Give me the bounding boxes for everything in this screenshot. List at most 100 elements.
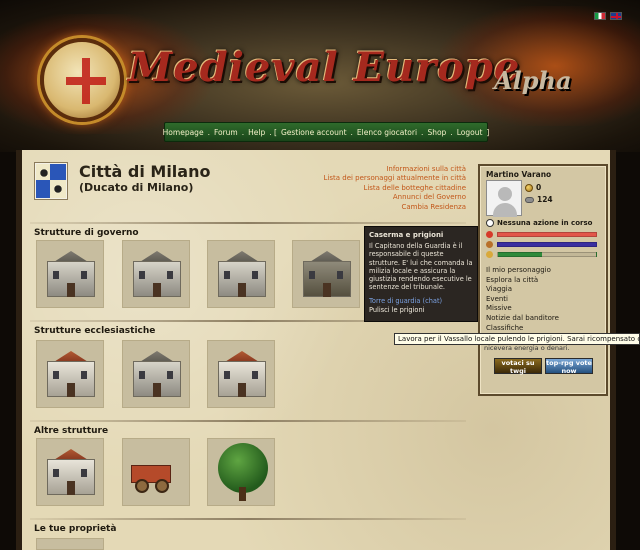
food-bar-row: [486, 251, 597, 258]
building-palace[interactable]: [36, 240, 104, 308]
food-icon: [486, 251, 493, 258]
tooltip-title: Caserma e prigioni: [369, 231, 444, 239]
crest-eagle-icon: [50, 180, 66, 198]
section-title-properties: Le tue proprietà: [34, 524, 117, 534]
city-link-announcements[interactable]: Annunci del Governo: [324, 193, 466, 202]
window: [53, 271, 59, 279]
building-property[interactable]: [36, 538, 104, 550]
menu-rankings[interactable]: Classifiche: [486, 324, 559, 334]
coins-stat: 0: [525, 183, 541, 192]
menu-news[interactable]: Notizie dal banditore: [486, 314, 559, 324]
menu-travel[interactable]: Viaggia: [486, 285, 559, 295]
window: [139, 371, 145, 379]
window: [53, 371, 59, 379]
window: [81, 469, 87, 477]
tree-icon: [218, 443, 268, 493]
player-menu: Il mio personaggio Esplora la città Viag…: [486, 266, 559, 333]
main-nav: Homepage . Forum . Help . [ Gestione acc…: [163, 122, 490, 142]
city-title: Città di Milano: [79, 162, 211, 181]
city-duchy: (Ducato di Milano): [79, 181, 194, 194]
building-forest[interactable]: [207, 438, 275, 506]
tooltip-chat-link[interactable]: Torre di guardia (chat): [369, 297, 473, 305]
window: [53, 469, 59, 477]
tooltip-body: Il Capitano della Guardia è il responsab…: [369, 242, 473, 292]
nav-separator: .: [207, 127, 210, 137]
english-flag-icon[interactable]: [610, 12, 622, 20]
window: [139, 271, 145, 279]
window: [252, 271, 258, 279]
hint-continuation: nicevera energia o denari.: [484, 344, 570, 352]
window: [224, 271, 230, 279]
nav-logout[interactable]: Logout: [457, 128, 483, 137]
building-tooltip: Caserma e prigioni Il Capitano della Gua…: [364, 226, 478, 322]
city-crest-icon: [34, 162, 68, 200]
section-divider: [30, 222, 466, 224]
door: [67, 283, 75, 297]
door: [323, 283, 331, 297]
window: [309, 271, 315, 279]
wheel-icon: [135, 479, 149, 493]
nav-shop[interactable]: Shop: [427, 128, 446, 137]
coins-value: 0: [536, 183, 542, 192]
energy-bar: [497, 242, 597, 247]
door: [153, 383, 161, 397]
items-value: 124: [537, 195, 553, 204]
city-link-shops[interactable]: Lista delle botteghe cittadine: [324, 184, 466, 193]
vote-top-rpg-button[interactable]: top-rpg vote now: [545, 358, 593, 375]
building-monastery[interactable]: [122, 340, 190, 408]
window: [167, 371, 173, 379]
health-bar: [497, 232, 597, 237]
section-divider: [30, 420, 466, 422]
nav-help[interactable]: Help: [248, 128, 265, 137]
cross-icon: [66, 58, 106, 104]
menu-events[interactable]: Eventi: [486, 295, 559, 305]
energy-icon: [486, 241, 493, 248]
action-status-text: Nessuna azione in corso: [497, 219, 593, 227]
menu-my-character[interactable]: Il mio personaggio: [486, 266, 559, 276]
building-tavern[interactable]: [36, 438, 104, 506]
player-sidebar: Martino Varano 0 124 Nessuna azione in c…: [478, 164, 608, 396]
language-flags: [594, 12, 622, 20]
coin-icon: [525, 183, 533, 192]
section-title-ecclesiastical: Strutture ecclesiastiche: [34, 326, 156, 336]
trunk: [239, 487, 246, 501]
italian-flag-icon[interactable]: [594, 12, 606, 20]
tooltip-clean-prisons-link[interactable]: Pulisci le prigioni: [369, 306, 473, 314]
energy-bar-row: [486, 241, 597, 248]
building-church-house[interactable]: [36, 340, 104, 408]
logo-title[interactable]: Medieval Europe: [128, 44, 520, 91]
city-link-change-residence[interactable]: Cambia Residenza: [324, 203, 467, 212]
door: [238, 383, 246, 397]
building-market-cart[interactable]: [122, 438, 190, 506]
section-divider: [30, 518, 466, 520]
city-link-characters[interactable]: Lista dei personaggi attualmente in citt…: [324, 174, 466, 183]
menu-messages[interactable]: Missive: [486, 304, 559, 314]
building-barracks[interactable]: [292, 240, 360, 308]
player-name[interactable]: Martino Varano: [486, 170, 551, 179]
window: [252, 371, 258, 379]
menu-explore-city[interactable]: Esplora la città: [486, 276, 559, 286]
building-church[interactable]: [207, 340, 275, 408]
clock-icon: [486, 219, 494, 227]
window: [81, 271, 87, 279]
nav-gestione-account[interactable]: Gestione account: [281, 128, 347, 137]
heart-icon: [486, 231, 493, 238]
city-link-info[interactable]: Informazioni sulla città: [324, 165, 466, 174]
nav-separator: ]: [486, 127, 490, 137]
building-castle[interactable]: [122, 240, 190, 308]
window: [337, 271, 343, 279]
window: [224, 371, 230, 379]
avatar[interactable]: [486, 180, 522, 217]
nav-elenco-giocatori[interactable]: Elenco giocatori: [357, 128, 417, 137]
vote-twgi-button[interactable]: votaci su twgi: [494, 358, 542, 375]
items-stat: 124: [525, 195, 553, 204]
nav-separator: .: [421, 127, 424, 137]
building-tribunal[interactable]: [207, 240, 275, 308]
health-bar-row: [486, 231, 597, 238]
door: [153, 283, 161, 297]
nav-homepage[interactable]: Homepage: [163, 128, 204, 137]
door: [67, 383, 75, 397]
nav-forum[interactable]: Forum: [214, 128, 238, 137]
wheel-icon: [155, 479, 169, 493]
emblem-icon: [40, 38, 124, 122]
